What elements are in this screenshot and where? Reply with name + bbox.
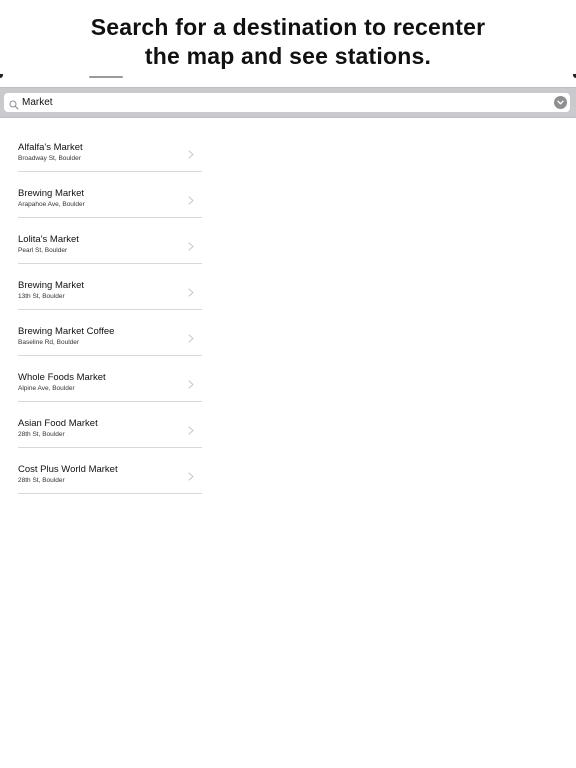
result-subtitle: Arapahoe Ave, Boulder	[18, 201, 85, 208]
search-icon	[9, 97, 19, 110]
corner-left	[0, 74, 3, 78]
chevron-right-icon	[188, 238, 194, 251]
chevron-right-icon	[188, 146, 194, 159]
drag-handle[interactable]	[89, 76, 123, 78]
clear-icon[interactable]	[554, 96, 567, 109]
result-title: Alfalfa's Market	[18, 142, 83, 153]
list-item[interactable]: Lolita's Market Pearl St, Boulder	[18, 218, 202, 264]
result-subtitle: Pearl St, Boulder	[18, 247, 68, 254]
list-item[interactable]: Whole Foods Market Alpine Ave, Boulder	[18, 356, 202, 402]
result-title: Lolita's Market	[18, 234, 79, 245]
result-subtitle: 28th St, Boulder	[18, 431, 65, 438]
list-item[interactable]: Cost Plus World Market 28th St, Boulder	[18, 448, 202, 494]
search-field[interactable]	[4, 93, 570, 112]
chevron-right-icon	[188, 468, 194, 481]
result-subtitle: 28th St, Boulder	[18, 477, 65, 484]
list-item[interactable]: Brewing Market Arapahoe Ave, Boulder	[18, 172, 202, 218]
result-subtitle: Alpine Ave, Boulder	[18, 385, 75, 392]
result-title: Brewing Market	[18, 188, 84, 199]
chevron-right-icon	[188, 330, 194, 343]
caption-line-1: Search for a destination to recenter	[90, 14, 486, 40]
result-title: Asian Food Market	[18, 418, 98, 429]
chevron-right-icon	[188, 376, 194, 389]
list-item[interactable]: Alfalfa's Market Broadway St, Boulder	[18, 126, 202, 172]
list-item[interactable]: Brewing Market 13th St, Boulder	[18, 264, 202, 310]
result-title: Whole Foods Market	[18, 372, 106, 383]
result-title: Brewing Market	[18, 280, 84, 291]
result-subtitle: 13th St, Boulder	[18, 293, 65, 300]
search-input[interactable]	[22, 93, 522, 112]
result-title: Cost Plus World Market	[18, 464, 118, 475]
caption-line-2: the map and see stations.	[144, 43, 432, 69]
chevron-right-icon	[188, 422, 194, 435]
chevron-right-icon	[188, 192, 194, 205]
result-subtitle: Baseline Rd, Boulder	[18, 339, 80, 346]
search-panel: Alfalfa's Market Broadway St, Boulder Br…	[0, 74, 576, 768]
promo-caption: Search for a destination to recenter the…	[0, 13, 576, 71]
result-title: Brewing Market Coffee	[18, 326, 115, 337]
results-list: Alfalfa's Market Broadway St, Boulder Br…	[18, 126, 202, 494]
list-item[interactable]: Asian Food Market 28th St, Boulder	[18, 402, 202, 448]
search-bar	[0, 87, 576, 118]
chevron-right-icon	[188, 284, 194, 297]
result-subtitle: Broadway St, Boulder	[18, 155, 81, 162]
list-item[interactable]: Brewing Market Coffee Baseline Rd, Bould…	[18, 310, 202, 356]
panel-top-strip	[0, 74, 576, 87]
